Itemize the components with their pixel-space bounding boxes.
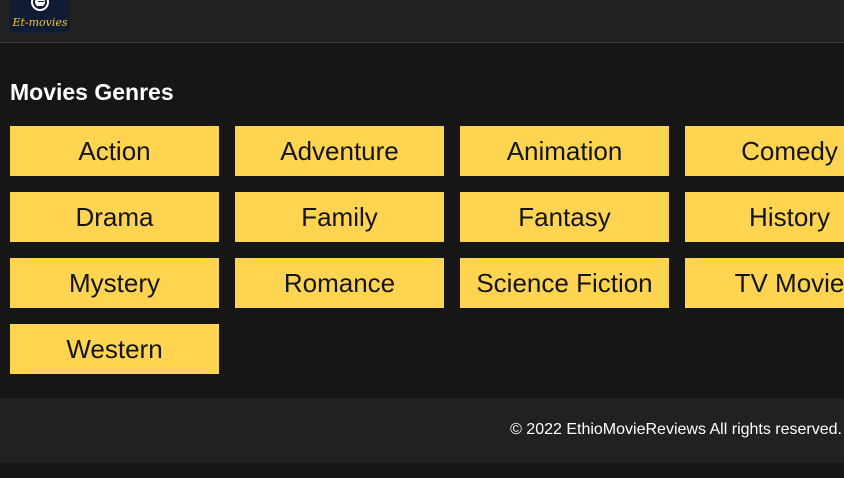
genre-button-history[interactable]: History [685,192,844,242]
genre-button-tv-movie[interactable]: TV Movie [685,258,844,308]
genre-button-drama[interactable]: Drama [10,192,219,242]
site-logo-link[interactable]: Et-movies [10,0,70,33]
genre-button-fantasy[interactable]: Fantasy [460,192,669,242]
logo-text: Et-movies [12,16,68,29]
genre-button-mystery[interactable]: Mystery [10,258,219,308]
genre-button-adventure[interactable]: Adventure [235,126,444,176]
page-title: Movies Genres [10,79,174,105]
genre-button-comedy[interactable]: Comedy [685,126,844,176]
site-header: Et-movies [0,0,844,43]
film-icon [33,0,47,9]
bottom-strip [0,463,844,478]
genre-button-animation[interactable]: Animation [460,126,669,176]
genre-button-family[interactable]: Family [235,192,444,242]
genre-button-western[interactable]: Western [10,324,219,374]
page: Et-movies Movies Genres Action Adventure… [0,0,844,478]
genre-button-romance[interactable]: Romance [235,258,444,308]
genre-button-science-fiction[interactable]: Science Fiction [460,258,669,308]
genre-button-action[interactable]: Action [10,126,219,176]
site-footer: © 2022 EthioMovieReviews All rights rese… [0,398,844,463]
copyright-text: © 2022 EthioMovieReviews All rights rese… [510,421,842,438]
